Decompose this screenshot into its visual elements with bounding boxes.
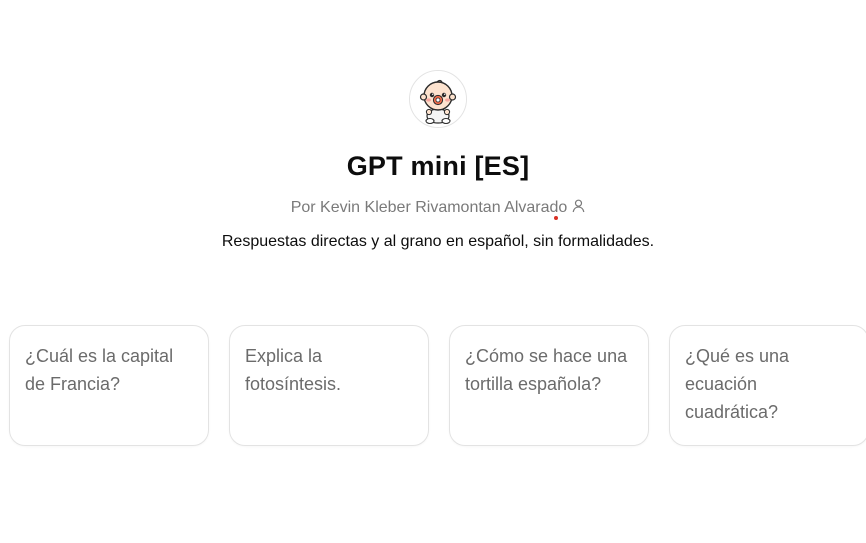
starter-card[interactable]: ¿Qué es una ecuación cuadrática? (669, 325, 866, 446)
author-name[interactable]: Kevin Kleber Rivamontan Alvarado (320, 199, 567, 216)
starter-card[interactable]: ¿Cómo se hace una tortilla española? (449, 325, 649, 446)
conversation-starters: ¿Cuál es la capital de Francia? Explica … (9, 325, 866, 446)
starter-card-label: ¿Qué es una ecuación cuadrática? (685, 346, 790, 422)
starter-card-label: Explica la fotosíntesis. (245, 346, 342, 394)
person-icon (572, 198, 585, 220)
cursor-marker (554, 216, 558, 220)
starter-card[interactable]: ¿Cuál es la capital de Francia? (9, 325, 209, 446)
gpt-description: Respuestas directas y al grano en españo… (221, 233, 655, 250)
gpt-title: GPT mini [ES] (346, 151, 530, 181)
starter-card-label: ¿Cuál es la capital de Francia? (25, 346, 174, 394)
starter-card-label: ¿Cómo se hace una tortilla española? (465, 346, 628, 394)
gpt-author-line[interactable]: Por Kevin Kleber Rivamontan Alvarado (0, 197, 866, 220)
baby-mascot-icon (410, 71, 466, 127)
author-prefix: Por (290, 199, 321, 216)
starter-card[interactable]: Explica la fotosíntesis. (229, 325, 429, 446)
gpt-avatar (409, 70, 467, 128)
